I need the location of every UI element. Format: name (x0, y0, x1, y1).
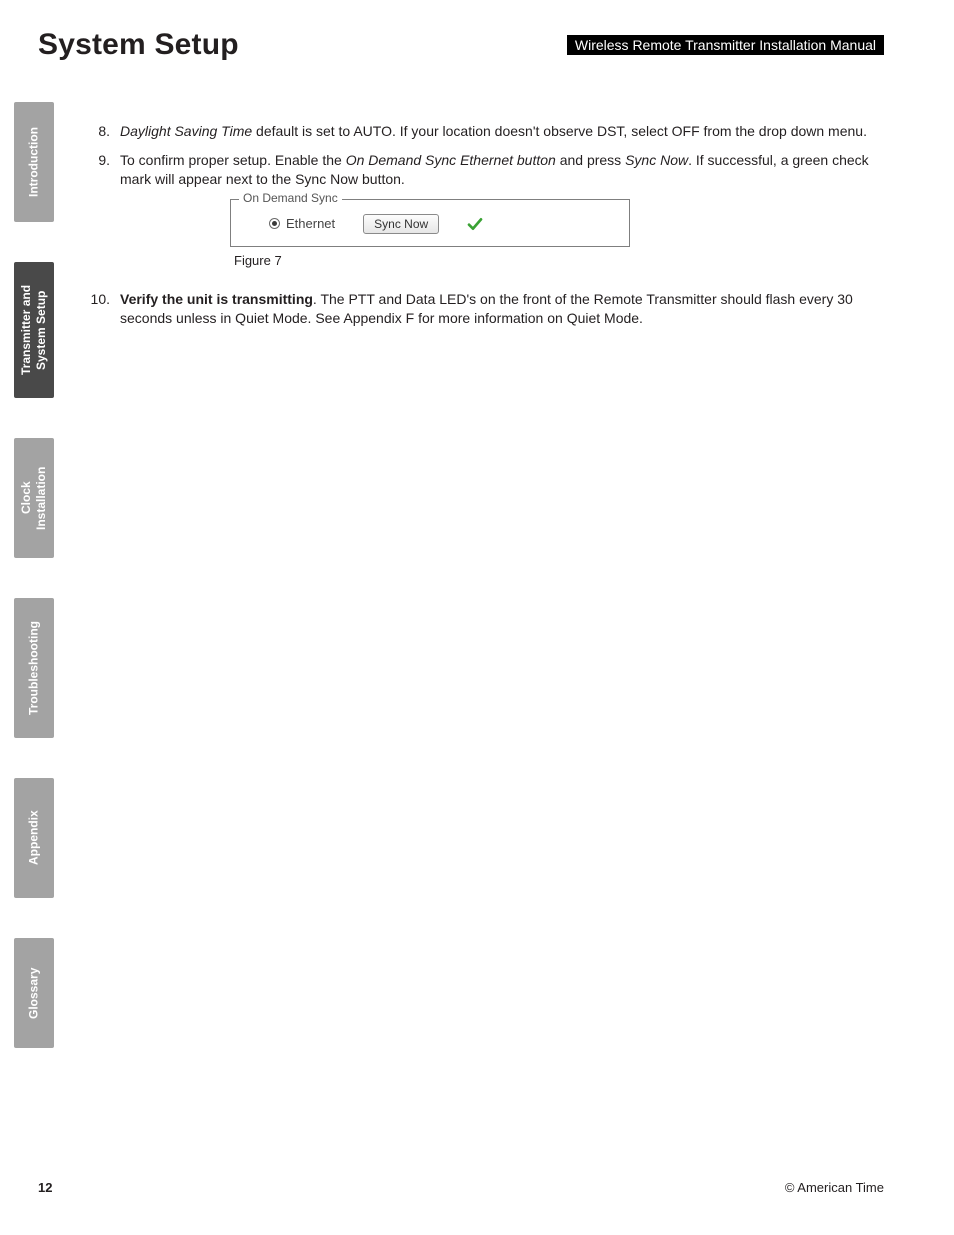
step-8-lead: Daylight Saving Time (120, 123, 252, 139)
tab-appendix[interactable]: Appendix (14, 778, 54, 898)
ethernet-radio-label: Ethernet (286, 216, 335, 231)
content-body: 8. Daylight Saving Time default is set t… (90, 122, 884, 327)
step-10-bold: Verify the unit is transmitting (120, 291, 313, 307)
step-9-b: and press (556, 152, 625, 168)
page-title: System Setup (38, 28, 239, 62)
copyright: © American Time (785, 1180, 884, 1195)
step-text: To confirm proper setup. Enable the On D… (120, 151, 884, 189)
page-root: System Setup Wireless Remote Transmitter… (0, 0, 954, 1235)
panel-legend: On Demand Sync (239, 191, 342, 205)
step-9-i2: Sync Now (625, 152, 688, 168)
radio-dot-icon (269, 218, 280, 229)
step-number: 8. (90, 122, 120, 141)
step-9-a: To confirm proper setup. Enable the (120, 152, 346, 168)
tab-introduction[interactable]: Introduction (14, 102, 54, 222)
ethernet-radio[interactable]: Ethernet (269, 216, 335, 231)
tab-clock-installation[interactable]: Clock Installation (14, 438, 54, 558)
step-8-rest: default is set to AUTO. If your location… (252, 123, 867, 139)
page-number: 12 (38, 1180, 52, 1195)
check-icon (467, 216, 483, 232)
step-8: 8. Daylight Saving Time default is set t… (90, 122, 884, 141)
step-text: Daylight Saving Time default is set to A… (120, 122, 884, 141)
step-number: 10. (90, 290, 120, 328)
step-9-i1: On Demand Sync Ethernet button (346, 152, 556, 168)
page-header: System Setup Wireless Remote Transmitter… (38, 28, 884, 62)
page-footer: 12 © American Time (38, 1180, 884, 1195)
side-tabs: Introduction Transmitter and System Setu… (14, 102, 54, 1088)
step-text: Verify the unit is transmitting. The PTT… (120, 290, 884, 328)
tab-troubleshooting[interactable]: Troubleshooting (14, 598, 54, 738)
sync-now-button[interactable]: Sync Now (363, 214, 439, 234)
figure-7: On Demand Sync Ethernet Sync Now Figure … (230, 199, 884, 268)
panel-row: Ethernet Sync Now (243, 214, 617, 234)
tab-transmitter-system-setup[interactable]: Transmitter and System Setup (14, 262, 54, 398)
step-9: 9. To confirm proper setup. Enable the O… (90, 151, 884, 189)
figure-caption: Figure 7 (234, 253, 884, 268)
manual-label: Wireless Remote Transmitter Installation… (567, 35, 884, 55)
step-10: 10. Verify the unit is transmitting. The… (90, 290, 884, 328)
tab-glossary[interactable]: Glossary (14, 938, 54, 1048)
step-number: 9. (90, 151, 120, 189)
on-demand-sync-panel: On Demand Sync Ethernet Sync Now (230, 199, 630, 247)
